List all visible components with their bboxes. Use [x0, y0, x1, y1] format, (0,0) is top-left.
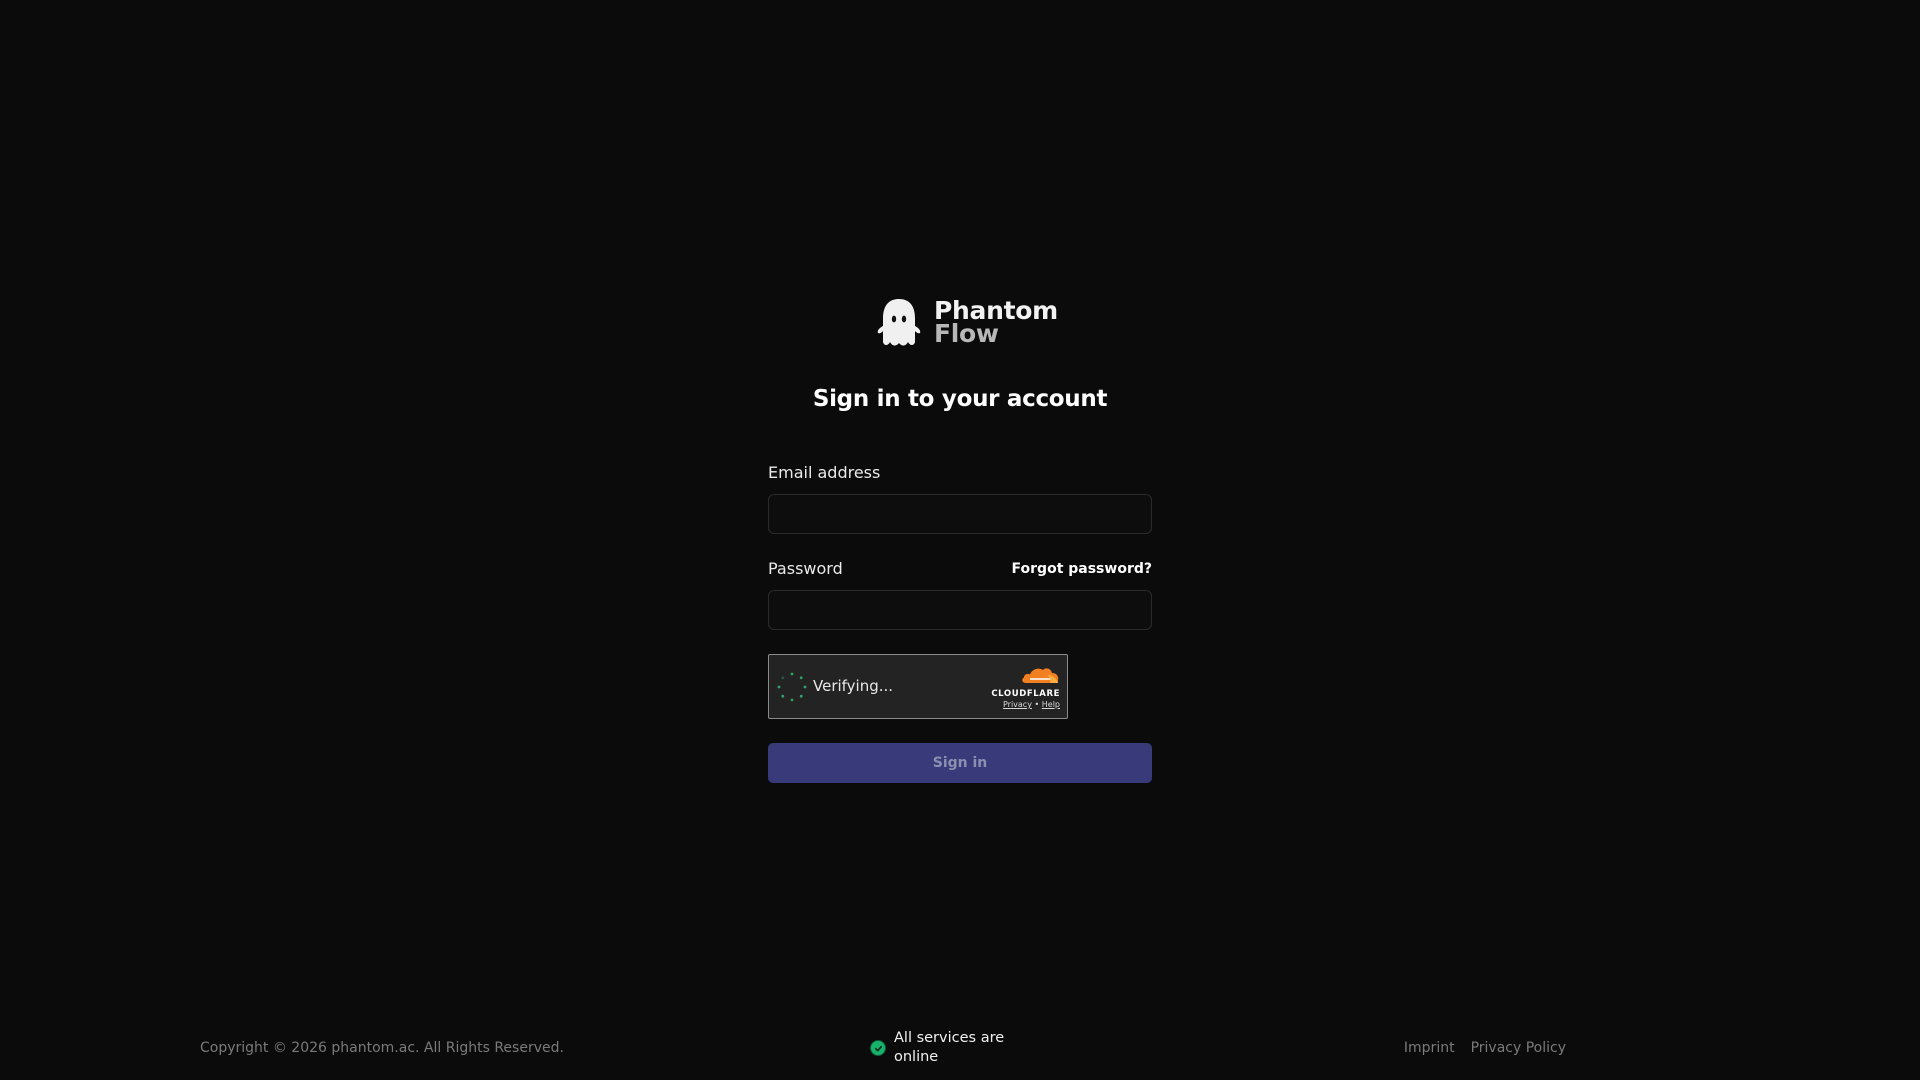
email-label: Email address	[768, 463, 881, 482]
imprint-link[interactable]: Imprint	[1404, 1040, 1455, 1056]
password-field[interactable]	[768, 590, 1152, 630]
cloudflare-branding: CLOUDFLARE Privacy • Help	[984, 665, 1060, 711]
check-circle-icon	[870, 1040, 886, 1056]
captcha-privacy-link[interactable]: Privacy	[1003, 700, 1032, 709]
ghost-icon	[877, 299, 921, 346]
copyright-text: Copyright © 2026 phantom.ac. All Rights …	[200, 1040, 564, 1056]
status-text: All services are online	[894, 1030, 1005, 1065]
cloudflare-wordmark: CLOUDFLARE	[991, 689, 1060, 699]
brand-line-2: Flow	[934, 319, 999, 348]
cloudflare-cloud-icon	[1022, 668, 1059, 683]
captcha-status: Verifying...	[813, 677, 894, 695]
password-label-row: Password Forgot password?	[768, 558, 1152, 580]
captcha-widget[interactable]: Verifying... CLOUDFLARE Privacy • Help	[768, 654, 1068, 719]
brand-wordmark: Phantom Flow	[934, 298, 1058, 348]
password-label: Password	[768, 559, 843, 578]
spinner-icon	[777, 672, 807, 702]
page-title: Sign in to your account	[812, 386, 1108, 412]
signin-form: Email address Password Forgot password?	[768, 462, 1152, 630]
forgot-password-link[interactable]: Forgot password?	[1012, 561, 1152, 577]
footer-links: Imprint Privacy Policy	[1404, 1040, 1566, 1056]
login-page: Phantom Flow Sign in to your account Ema…	[0, 0, 1920, 1080]
service-status[interactable]: All services are online	[870, 1029, 1014, 1067]
email-field[interactable]	[768, 494, 1152, 534]
captcha-help-link[interactable]: Help	[1042, 700, 1060, 709]
privacy-policy-link[interactable]: Privacy Policy	[1471, 1040, 1566, 1056]
signin-button[interactable]: Sign in	[768, 743, 1152, 783]
brand-logo: Phantom Flow	[874, 296, 1058, 348]
captcha-links: Privacy • Help	[984, 699, 1060, 711]
captcha-link-separator: •	[1034, 700, 1040, 709]
check-icon	[874, 1045, 882, 1051]
